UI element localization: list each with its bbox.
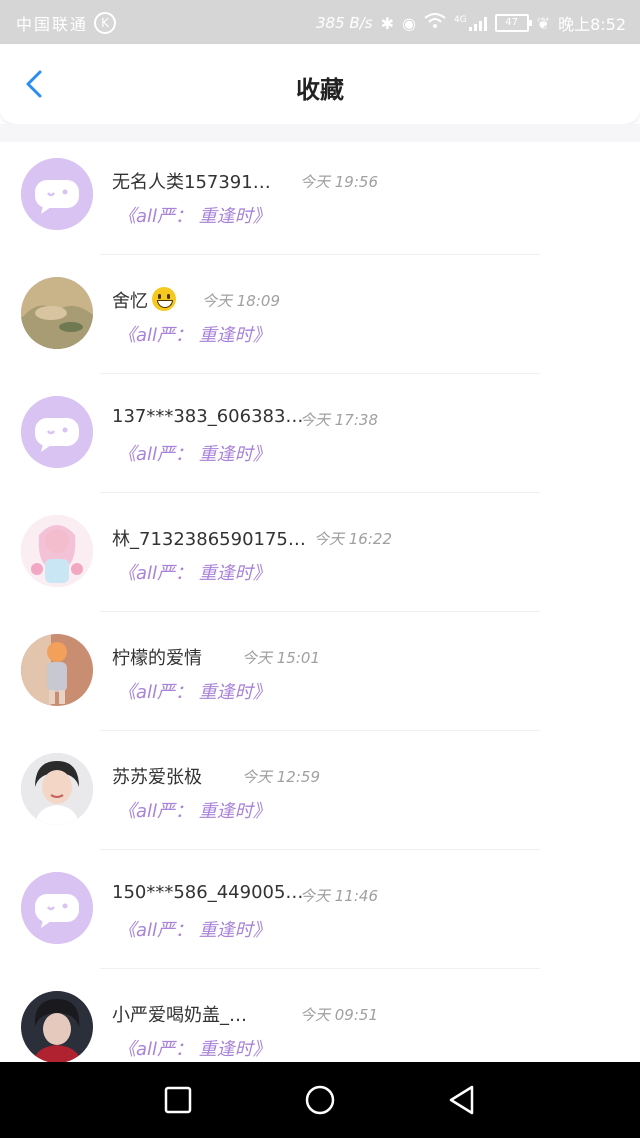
favorite-title-link[interactable]: 《all严： 重逢时》 [118,440,271,466]
list-item[interactable]: 苏苏爱张极 今天 12:59 《all严： 重逢时》 [0,737,640,856]
timestamp: 今天 15:01 [242,649,320,667]
timestamp: 今天 18:09 [202,292,280,310]
eye-icon: ◉ [401,13,416,33]
grinning-face-icon [152,287,176,311]
network-type: 4G [453,15,467,25]
divider [100,611,540,612]
avatar[interactable] [21,515,93,587]
timestamp: 今天 17:38 [300,411,378,429]
landscape-photo-icon [21,277,93,349]
user-name: 柠檬的爱情 [112,648,202,669]
carrier-badge: K [94,12,117,34]
child-photo-icon [21,634,93,706]
list-item[interactable]: 150***586_449005… 今天 11:46 《all严： 重逢时》 [0,856,640,975]
leaf-icon: ❦ [536,13,551,33]
chat-bubble-icon [21,158,93,230]
circle-icon [305,1085,335,1115]
divider [100,492,540,493]
avatar[interactable] [21,991,93,1063]
favorite-title-link[interactable]: 《all严： 重逢时》 [118,321,271,347]
chat-bubble-icon [21,872,93,944]
carrier-name: 中国联通 [16,15,89,34]
user-name: 林_7132386590175… [112,529,306,550]
chat-bubble-icon [21,396,93,468]
avatar[interactable] [21,158,93,230]
divider [100,730,540,731]
carrier-info: 中国联通 K [16,11,117,35]
avatar[interactable] [21,277,93,349]
user-name: 小严爱喝奶盖_… [112,1005,247,1026]
divider [100,373,540,374]
avatar[interactable] [21,634,93,706]
list-item[interactable]: 柠檬的爱情 今天 15:01 《all严： 重逢时》 [0,618,640,737]
status-bar: 中国联通 K 385 B/s ✱ ◉ 4G 47 ❦ 晚上8:52 [0,0,640,44]
network-speed: 385 B/s [316,14,373,32]
avatar[interactable] [21,396,93,468]
list-item[interactable]: 林_7132386590175… 今天 16:22 《all严： 重逢时》 [0,499,640,618]
wifi-icon [424,13,446,33]
battery-level: 47 [505,17,519,28]
header-spacer [0,124,640,142]
favorite-title-link[interactable]: 《all严： 重逢时》 [118,202,271,228]
favorite-title-link[interactable]: 《all严： 重逢时》 [118,916,271,942]
person-photo-icon [21,753,93,825]
dark-person-photo-icon [21,991,93,1063]
favorite-title-link[interactable]: 《all严： 重逢时》 [118,678,271,704]
list-item[interactable]: 无名人类157391… 今天 19:56 《all严： 重逢时》 [0,142,640,261]
user-name-text: 舍忆 [112,291,148,312]
anime-photo-icon [21,515,93,587]
avatar[interactable] [21,872,93,944]
home-button[interactable] [300,1082,340,1118]
battery-icon: 47 [494,14,532,32]
user-name: 舍忆 [112,287,176,313]
timestamp: 今天 19:56 [300,173,378,191]
divider [100,968,540,969]
cellular-signal-icon: 4G [454,15,487,31]
timestamp: 今天 11:46 [300,887,378,905]
triangle-back-icon [449,1085,474,1115]
divider [100,254,540,255]
system-back-button[interactable] [442,1082,482,1118]
square-icon [164,1086,192,1114]
recent-apps-button[interactable] [158,1082,198,1118]
user-name: 无名人类157391… [112,172,271,193]
list-item[interactable]: 137***383_606383… 今天 17:38 《all严： 重逢时》 [0,380,640,499]
bluetooth-icon: ✱ [380,13,394,33]
system-navigation-bar [0,1062,640,1138]
user-name: 150***586_449005… [112,882,304,903]
page-title: 收藏 [296,76,344,104]
favorites-list: 无名人类157391… 今天 19:56 《all严： 重逢时》 舍忆 今天 1… [0,142,640,1094]
favorite-title-link[interactable]: 《all严： 重逢时》 [118,1035,271,1061]
user-name: 苏苏爱张极 [112,767,202,788]
avatar[interactable] [21,753,93,825]
page-header: 收藏 [0,44,640,125]
clock: 晚上8:52 [558,15,626,34]
timestamp: 今天 16:22 [314,530,392,548]
user-name: 137***383_606383… [112,406,304,427]
favorite-title-link[interactable]: 《all严： 重逢时》 [118,797,271,823]
timestamp: 今天 12:59 [242,768,320,786]
favorite-title-link[interactable]: 《all严： 重逢时》 [118,559,271,585]
divider [100,849,540,850]
timestamp: 今天 09:51 [300,1006,378,1024]
status-indicators: 385 B/s ✱ ◉ 4G 47 ❦ 晚上8:52 [316,11,626,35]
list-item[interactable]: 舍忆 今天 18:09 《all严： 重逢时》 [0,261,640,380]
